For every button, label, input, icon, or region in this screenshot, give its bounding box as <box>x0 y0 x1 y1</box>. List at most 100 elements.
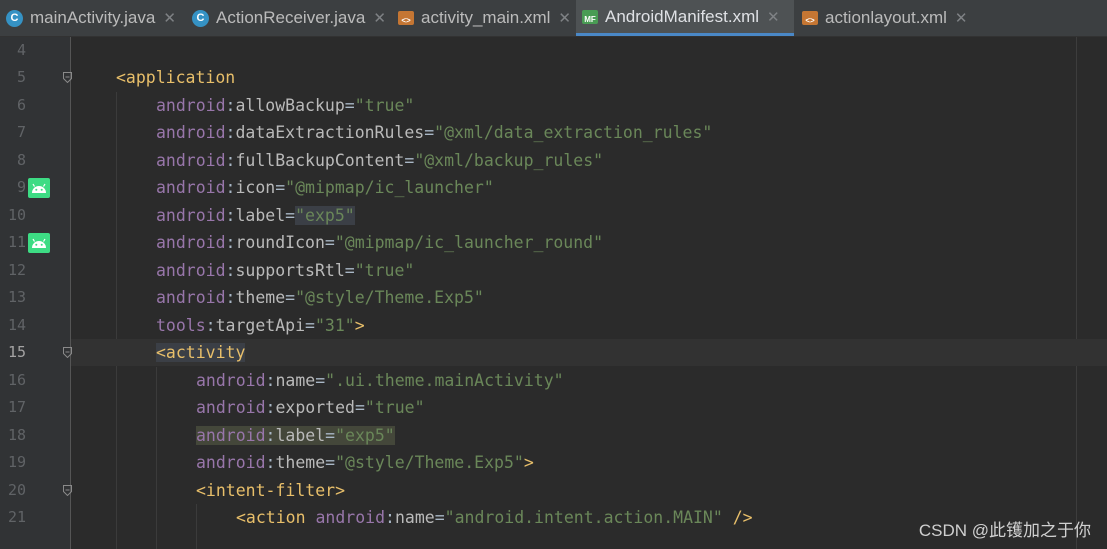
code-line: 12 android:supportsRtl="true" <box>0 257 1107 284</box>
line-number: 18 <box>7 426 26 444</box>
line-number: 16 <box>7 371 26 389</box>
attribute-value: "@xml/backup_rules" <box>414 151 604 170</box>
attribute-value: "android.intent.action.MAIN" <box>444 508 723 527</box>
colon: : <box>225 178 236 197</box>
attribute-value: "@mipmap/ic_launcher" <box>285 178 494 197</box>
code-text: <action android:name="android.intent.act… <box>236 504 753 531</box>
close-icon[interactable]: ✕ <box>558 9 571 27</box>
attribute-value: ".ui.theme.mainActivity" <box>325 371 564 390</box>
attribute-name: icon <box>235 178 276 197</box>
namespace-prefix: android <box>196 453 266 472</box>
attribute-name: label <box>275 426 326 445</box>
colon: : <box>265 453 276 472</box>
tab-mainactivity-java[interactable]: C mainActivity.java ✕ <box>0 0 184 36</box>
xml-tag: <activity <box>156 343 246 362</box>
equals-sign: = <box>434 508 445 527</box>
namespace-prefix: android <box>196 371 266 390</box>
equals-sign: = <box>325 453 336 472</box>
java-class-icon: C <box>6 9 23 27</box>
colon: : <box>225 151 236 170</box>
colon: : <box>225 233 236 252</box>
xml-tag: <application <box>116 68 236 87</box>
equals-sign: = <box>344 261 355 280</box>
code-line: 14 tools:targetApi="31"> <box>0 312 1107 339</box>
namespace-prefix: android <box>156 123 226 142</box>
code-text: android:dataExtractionRules="@xml/data_e… <box>156 119 712 146</box>
close-icon[interactable]: ✕ <box>955 9 968 27</box>
tab-label: ActionReceiver.java <box>216 8 366 27</box>
tag-close: /> <box>722 508 753 527</box>
code-line: 17 android:exported="true" <box>0 394 1107 421</box>
close-icon[interactable]: ✕ <box>163 9 176 27</box>
tab-actionlayout-xml[interactable]: <> actionlayout.xml ✕ <box>796 0 976 36</box>
code-text: tools:targetApi="31"> <box>156 312 365 339</box>
line-number: 5 <box>16 68 26 86</box>
line-number: 13 <box>7 288 26 306</box>
android-resource-icon[interactable] <box>28 233 50 253</box>
colon: : <box>225 96 236 115</box>
attribute-name: fullBackupContent <box>235 151 405 170</box>
tab-androidmanifest-xml[interactable]: MF AndroidManifest.xml ✕ <box>576 0 794 36</box>
tab-actionreceiver-java[interactable]: C ActionReceiver.java ✕ <box>186 0 390 36</box>
equals-sign: = <box>305 316 315 335</box>
tab-label: AndroidManifest.xml <box>605 6 760 26</box>
code-text: android:supportsRtl="true" <box>156 257 414 284</box>
code-line: 7 android:dataExtractionRules="@xml/data… <box>0 119 1107 146</box>
colon: : <box>225 206 236 225</box>
tab-label: mainActivity.java <box>30 8 156 27</box>
code-text: android:theme="@style/Theme.Exp5" <box>156 284 484 311</box>
equals-sign: = <box>325 426 336 445</box>
attribute-value: "exp5" <box>335 426 395 445</box>
equals-sign: = <box>424 123 435 142</box>
colon: : <box>225 123 236 142</box>
equals-sign: = <box>354 398 365 417</box>
close-icon[interactable]: ✕ <box>373 9 386 27</box>
namespace-prefix: android <box>156 178 226 197</box>
fold-marker-icon[interactable] <box>63 485 72 496</box>
attribute-value: "@style/Theme.Exp5" <box>335 453 524 472</box>
line-number: 17 <box>7 398 26 416</box>
colon: : <box>265 398 276 417</box>
code-line: 6 android:allowBackup="true" <box>0 92 1107 119</box>
equals-sign: = <box>315 371 326 390</box>
colon: : <box>225 261 236 280</box>
code-text: android:allowBackup="true" <box>156 92 414 119</box>
namespace-prefix: android <box>315 508 386 527</box>
namespace-prefix: android <box>196 426 266 445</box>
line-number: 4 <box>16 41 26 59</box>
tab-label: actionlayout.xml <box>825 8 947 27</box>
line-number: 7 <box>16 123 26 141</box>
tab-activity-main-xml[interactable]: <> activity_main.xml ✕ <box>392 0 574 36</box>
android-resource-icon[interactable] <box>28 178 50 198</box>
code-line: 4 <box>0 37 1107 64</box>
attribute-name: theme <box>235 288 286 307</box>
attribute-value: "31" <box>314 316 355 335</box>
code-line: 5 <application <box>0 64 1107 91</box>
fold-marker-icon[interactable] <box>63 72 72 83</box>
code-line: 20 <intent-filter> <box>0 477 1107 504</box>
attribute-value: "@style/Theme.Exp5" <box>295 288 484 307</box>
attribute-name: targetApi <box>215 316 306 335</box>
fold-marker-icon[interactable] <box>63 347 72 358</box>
colon: : <box>265 371 276 390</box>
line-number: 20 <box>7 481 26 499</box>
code-text: android:fullBackupContent="@xml/backup_r… <box>156 147 603 174</box>
equals-sign: = <box>344 96 355 115</box>
code-text: android:label="exp5" <box>196 422 395 449</box>
line-number: 11 <box>7 233 26 251</box>
equals-sign: = <box>285 288 296 307</box>
code-text: android:exported="true" <box>196 394 425 421</box>
namespace-prefix: android <box>156 261 226 280</box>
code-text: android:label="exp5" <box>156 202 355 229</box>
code-line: 13 android:theme="@style/Theme.Exp5" <box>0 284 1107 311</box>
attribute-value: "true" <box>354 261 415 280</box>
code-text: android:icon="@mipmap/ic_launcher" <box>156 174 494 201</box>
line-number: 14 <box>7 316 26 334</box>
close-icon[interactable]: ✕ <box>767 8 780 26</box>
namespace-prefix: android <box>196 398 266 417</box>
namespace-prefix: android <box>156 288 226 307</box>
attribute-name: supportsRtl <box>235 261 345 280</box>
line-number: 19 <box>7 453 26 471</box>
attribute-value: "@xml/data_extraction_rules" <box>434 123 713 142</box>
line-number: 9 <box>16 178 26 196</box>
